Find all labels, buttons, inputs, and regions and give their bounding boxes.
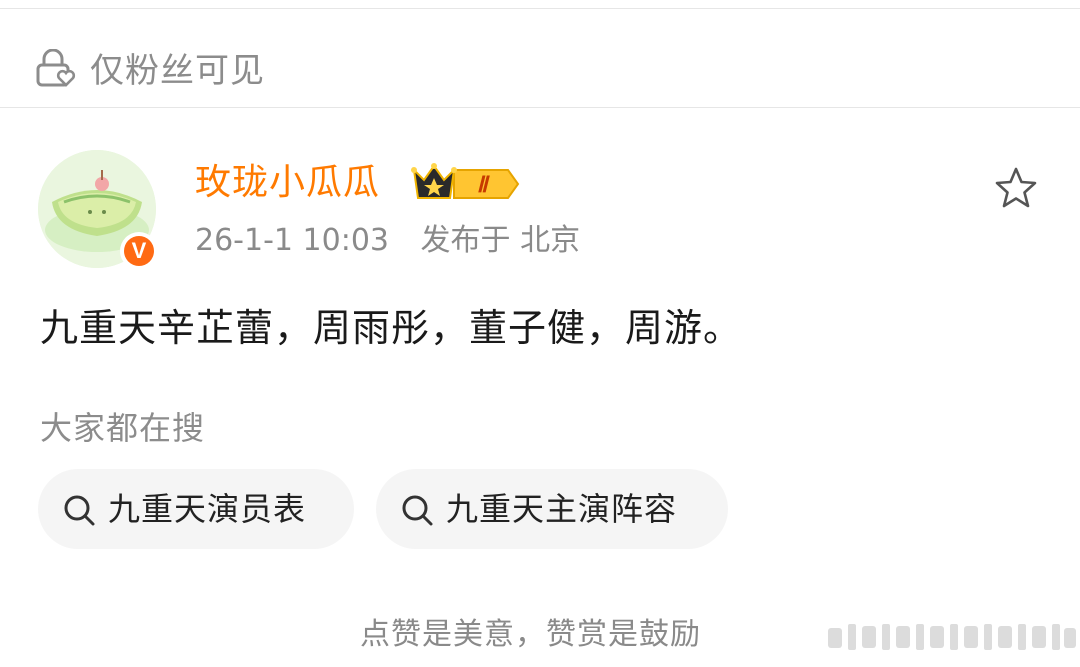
post-content: 九重天辛芷蕾，周雨彤，董子健，周游。 (40, 306, 743, 350)
star-icon[interactable] (993, 166, 1039, 210)
verified-badge: V (120, 232, 158, 270)
avatar[interactable]: V (38, 150, 158, 270)
post-timestamp: 26-1-1 10:03 (195, 223, 389, 258)
search-chip[interactable]: 九重天演员表 (38, 469, 354, 549)
search-icon (400, 493, 434, 527)
post-meta: 26-1-1 10:03 发布于 北京 (195, 222, 580, 260)
search-chip[interactable]: 九重天主演阵容 (376, 469, 728, 549)
search-icon (62, 493, 96, 527)
lock-heart-icon (36, 48, 78, 89)
visibility-label: 仅粉丝可见 (90, 51, 265, 91)
reward-note: 点赞是美意，赞赏是鼓励 (360, 617, 701, 652)
post-location: 发布于 北京 (420, 223, 581, 258)
search-chip-label: 九重天主演阵容 (446, 490, 678, 528)
hot-search-title: 大家都在搜 (40, 409, 206, 447)
search-chip-label: 九重天演员表 (108, 490, 307, 528)
section-divider (0, 107, 1080, 108)
member-crown-badge[interactable]: Ⅱ (410, 160, 520, 204)
visibility-bar: 仅粉丝可见 (0, 9, 1080, 107)
author-name[interactable]: 玫珑小瓜瓜 (195, 160, 380, 206)
watermark-blur (828, 620, 1076, 654)
